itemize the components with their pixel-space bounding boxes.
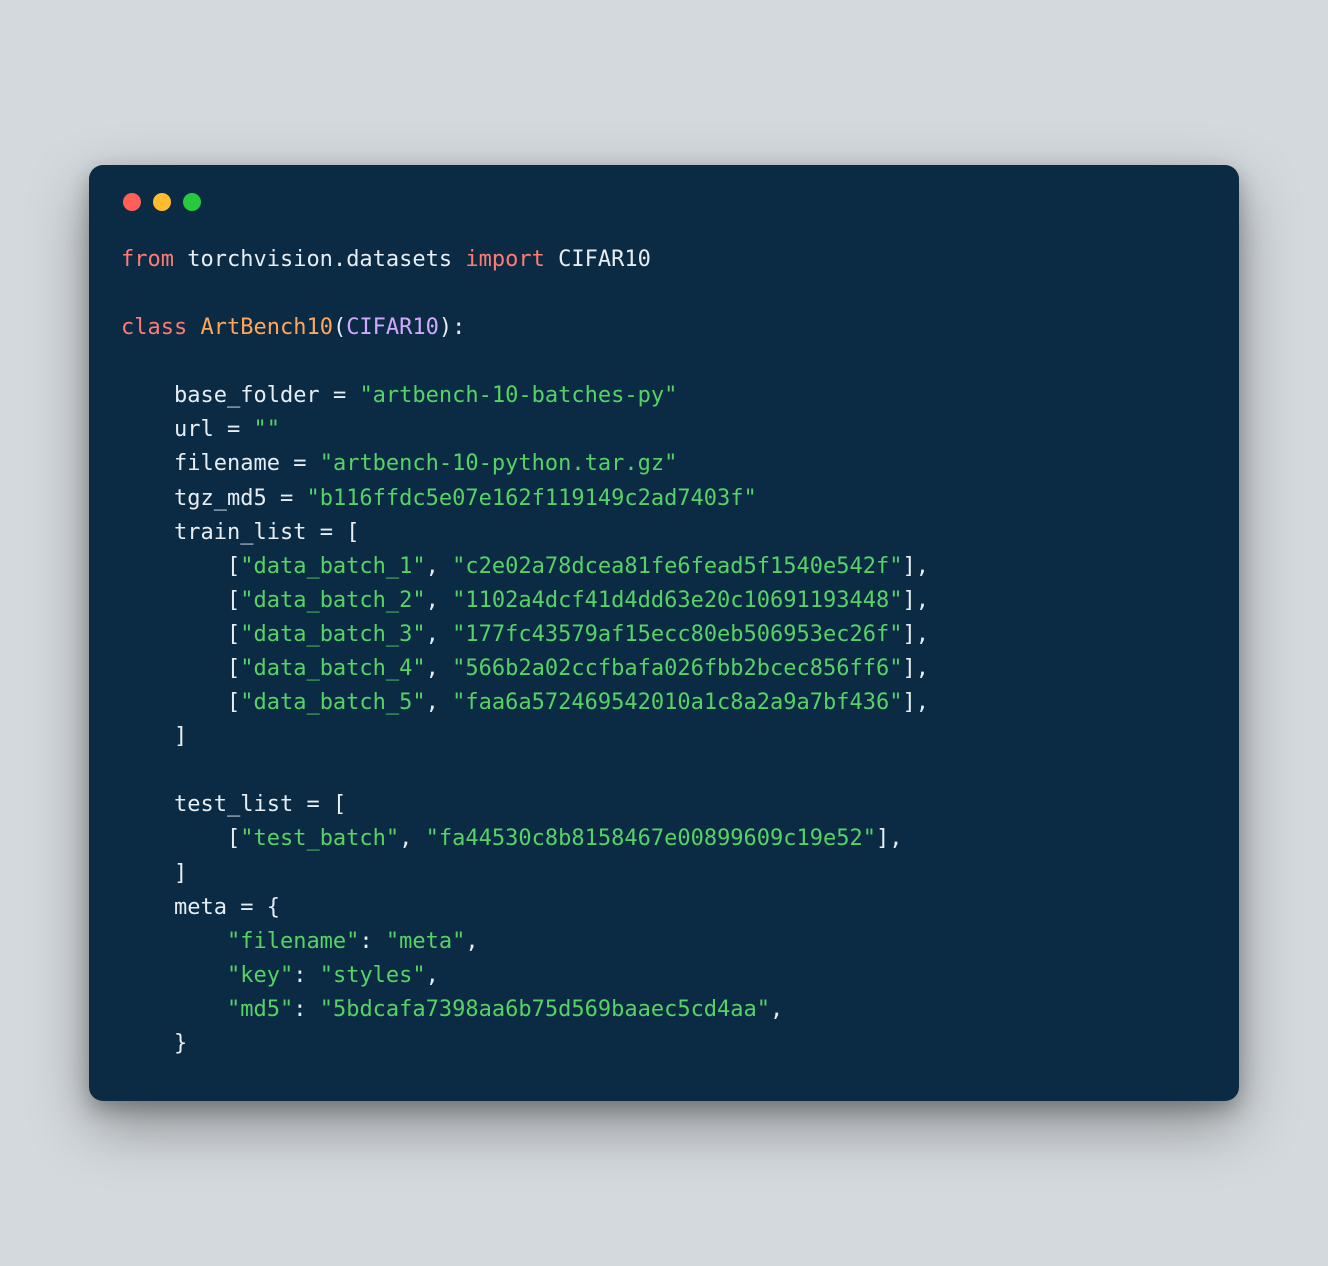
train-name-3: "data_batch_4" [240, 656, 425, 681]
train-md5-2: "177fc43579af15ecc80eb506953ec26f" [452, 622, 902, 647]
meta-md5-val: "5bdcafa7398aa6b75d569baaec5cd4aa" [320, 997, 770, 1022]
comma: , [465, 929, 478, 954]
comma: , [426, 554, 453, 579]
test-md5-0: "fa44530c8b8158467e00899609c19e52" [426, 826, 876, 851]
equals: = [333, 383, 346, 408]
bracket: ], [903, 622, 930, 647]
attr-filename: filename [174, 451, 280, 476]
equals: = [320, 520, 333, 545]
zoom-icon[interactable] [183, 193, 201, 211]
colon: : [359, 929, 386, 954]
base-class: CIFAR10 [346, 315, 439, 340]
comma: , [426, 690, 453, 715]
comma: , [426, 588, 453, 613]
attr-test-list: test_list [174, 792, 293, 817]
bracket: [ [227, 826, 240, 851]
equals: = [306, 792, 319, 817]
equals: = [293, 451, 306, 476]
keyword-class: class [121, 315, 187, 340]
comma: , [770, 997, 783, 1022]
meta-key-val: "styles" [320, 963, 426, 988]
str-url: "" [253, 417, 280, 442]
brace: { [267, 895, 280, 920]
train-name-4: "data_batch_5" [240, 690, 425, 715]
bracket: ], [903, 554, 930, 579]
module-torchvision: torchvision [187, 247, 333, 272]
keyword-import: import [465, 247, 544, 272]
equals: = [240, 895, 253, 920]
train-md5-3: "566b2a02ccfbafa026fbb2bcec856ff6" [452, 656, 902, 681]
attr-url: url [174, 417, 214, 442]
bracket: [ [227, 622, 240, 647]
str-filename: "artbench-10-python.tar.gz" [320, 451, 678, 476]
str-base-folder: "artbench-10-batches-py" [359, 383, 677, 408]
module-datasets: datasets [346, 247, 452, 272]
comma: , [426, 963, 439, 988]
colon: : [293, 963, 320, 988]
equals: = [227, 417, 240, 442]
bracket: ] [174, 724, 187, 749]
attr-base-folder: base_folder [174, 383, 320, 408]
meta-key-key: "key" [227, 963, 293, 988]
brace: } [174, 1031, 187, 1056]
train-name-2: "data_batch_3" [240, 622, 425, 647]
attr-meta: meta [174, 895, 227, 920]
comma: , [426, 656, 453, 681]
bracket: ], [903, 656, 930, 681]
window-titlebar [121, 193, 1207, 211]
minimize-icon[interactable] [153, 193, 171, 211]
meta-filename-val: "meta" [386, 929, 465, 954]
bracket: [ [227, 554, 240, 579]
bracket: ], [903, 690, 930, 715]
bracket: [ [227, 656, 240, 681]
paren-colon: ): [439, 315, 466, 340]
bracket: [ [227, 588, 240, 613]
bracket: ], [903, 588, 930, 613]
train-name-1: "data_batch_2" [240, 588, 425, 613]
attr-train-list: train_list [174, 520, 306, 545]
attr-tgz-md5: tgz_md5 [174, 486, 267, 511]
bracket: [ [227, 690, 240, 715]
code-window: from torchvision.datasets import CIFAR10… [89, 165, 1239, 1101]
class-name: ArtBench10 [200, 315, 332, 340]
train-md5-1: "1102a4dcf41d4dd63e20c10691193448" [452, 588, 902, 613]
close-icon[interactable] [123, 193, 141, 211]
equals: = [280, 486, 293, 511]
dot: . [333, 247, 346, 272]
bracket: ] [174, 861, 187, 886]
bracket: ], [876, 826, 903, 851]
import-name: CIFAR10 [558, 247, 651, 272]
test-name-0: "test_batch" [240, 826, 399, 851]
keyword-from: from [121, 247, 174, 272]
colon: : [293, 997, 320, 1022]
train-name-0: "data_batch_1" [240, 554, 425, 579]
bracket: [ [346, 520, 359, 545]
paren: ( [333, 315, 346, 340]
train-md5-4: "faa6a572469542010a1c8a2a9a7bf436" [452, 690, 902, 715]
train-md5-0: "c2e02a78dcea81fe6fead5f1540e542f" [452, 554, 902, 579]
meta-md5-key: "md5" [227, 997, 293, 1022]
str-tgz-md5: "b116ffdc5e07e162f119149c2ad7403f" [306, 486, 756, 511]
code-block: from torchvision.datasets import CIFAR10… [121, 243, 1207, 1061]
bracket: [ [333, 792, 346, 817]
comma: , [399, 826, 426, 851]
comma: , [426, 622, 453, 647]
meta-filename-key: "filename" [227, 929, 359, 954]
